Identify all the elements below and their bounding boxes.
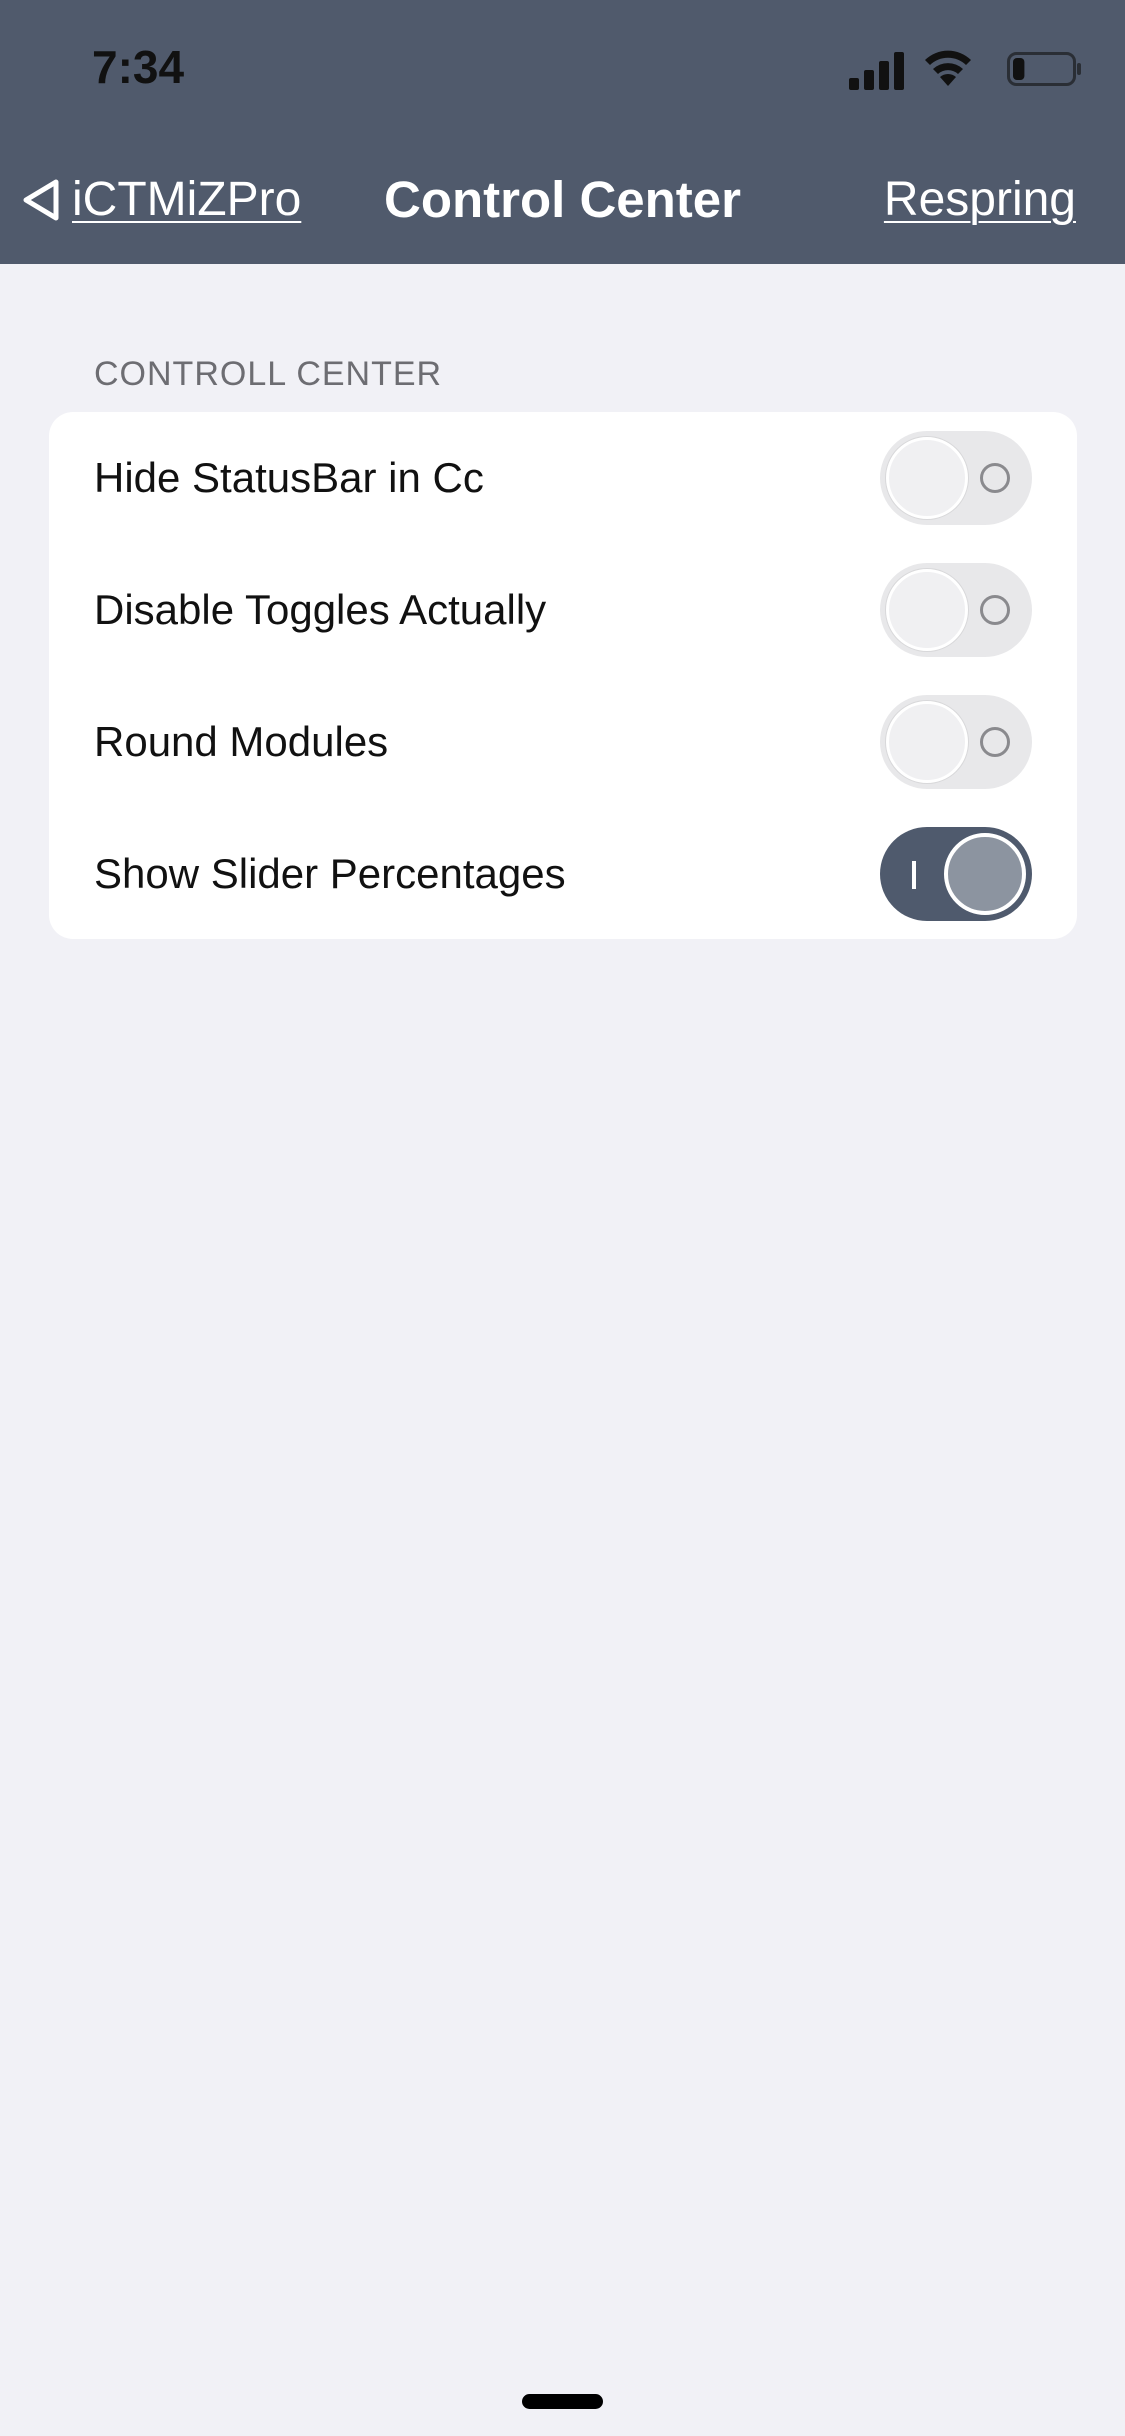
row-label: Round Modules	[94, 718, 389, 765]
switch-on-indicator-icon	[912, 861, 916, 889]
settings-row-hide-statusbar: Hide StatusBar in Cc	[49, 412, 1077, 544]
round-modules-toggle[interactable]	[880, 695, 1032, 789]
switch-off-indicator-icon	[980, 595, 1010, 625]
show-slider-percentages-toggle[interactable]	[880, 827, 1032, 921]
battery-icon	[1007, 52, 1081, 86]
row-label: Disable Toggles Actually	[94, 586, 547, 633]
status-icons	[843, 48, 1083, 90]
wifi-icon	[925, 50, 971, 86]
switch-off-indicator-icon	[980, 463, 1010, 493]
settings-group: Hide StatusBar in Cc Disable Toggles Act…	[49, 412, 1077, 939]
settings-row-disable-toggles: Disable Toggles Actually	[49, 544, 1077, 676]
hide-statusbar-toggle[interactable]	[880, 431, 1032, 525]
respring-button[interactable]: Respring	[884, 172, 1076, 227]
section-header: CONTROLL CENTER	[94, 355, 443, 393]
switch-knob	[886, 569, 968, 651]
row-label: Hide StatusBar in Cc	[94, 454, 484, 501]
disable-toggles-toggle[interactable]	[880, 563, 1032, 657]
signal-icon	[849, 52, 904, 90]
status-time: 7:34	[92, 41, 185, 93]
switch-knob	[886, 701, 968, 783]
row-label: Show Slider Percentages	[94, 850, 566, 897]
switch-off-indicator-icon	[980, 727, 1010, 757]
switch-knob	[886, 437, 968, 519]
switch-knob	[944, 833, 1026, 915]
navigation-header: 7:34 iCTMiZPro Control Center Respring	[0, 0, 1125, 264]
settings-row-slider-percentages: Show Slider Percentages	[49, 808, 1077, 940]
home-indicator[interactable]	[522, 2394, 603, 2409]
settings-row-round-modules: Round Modules	[49, 676, 1077, 808]
